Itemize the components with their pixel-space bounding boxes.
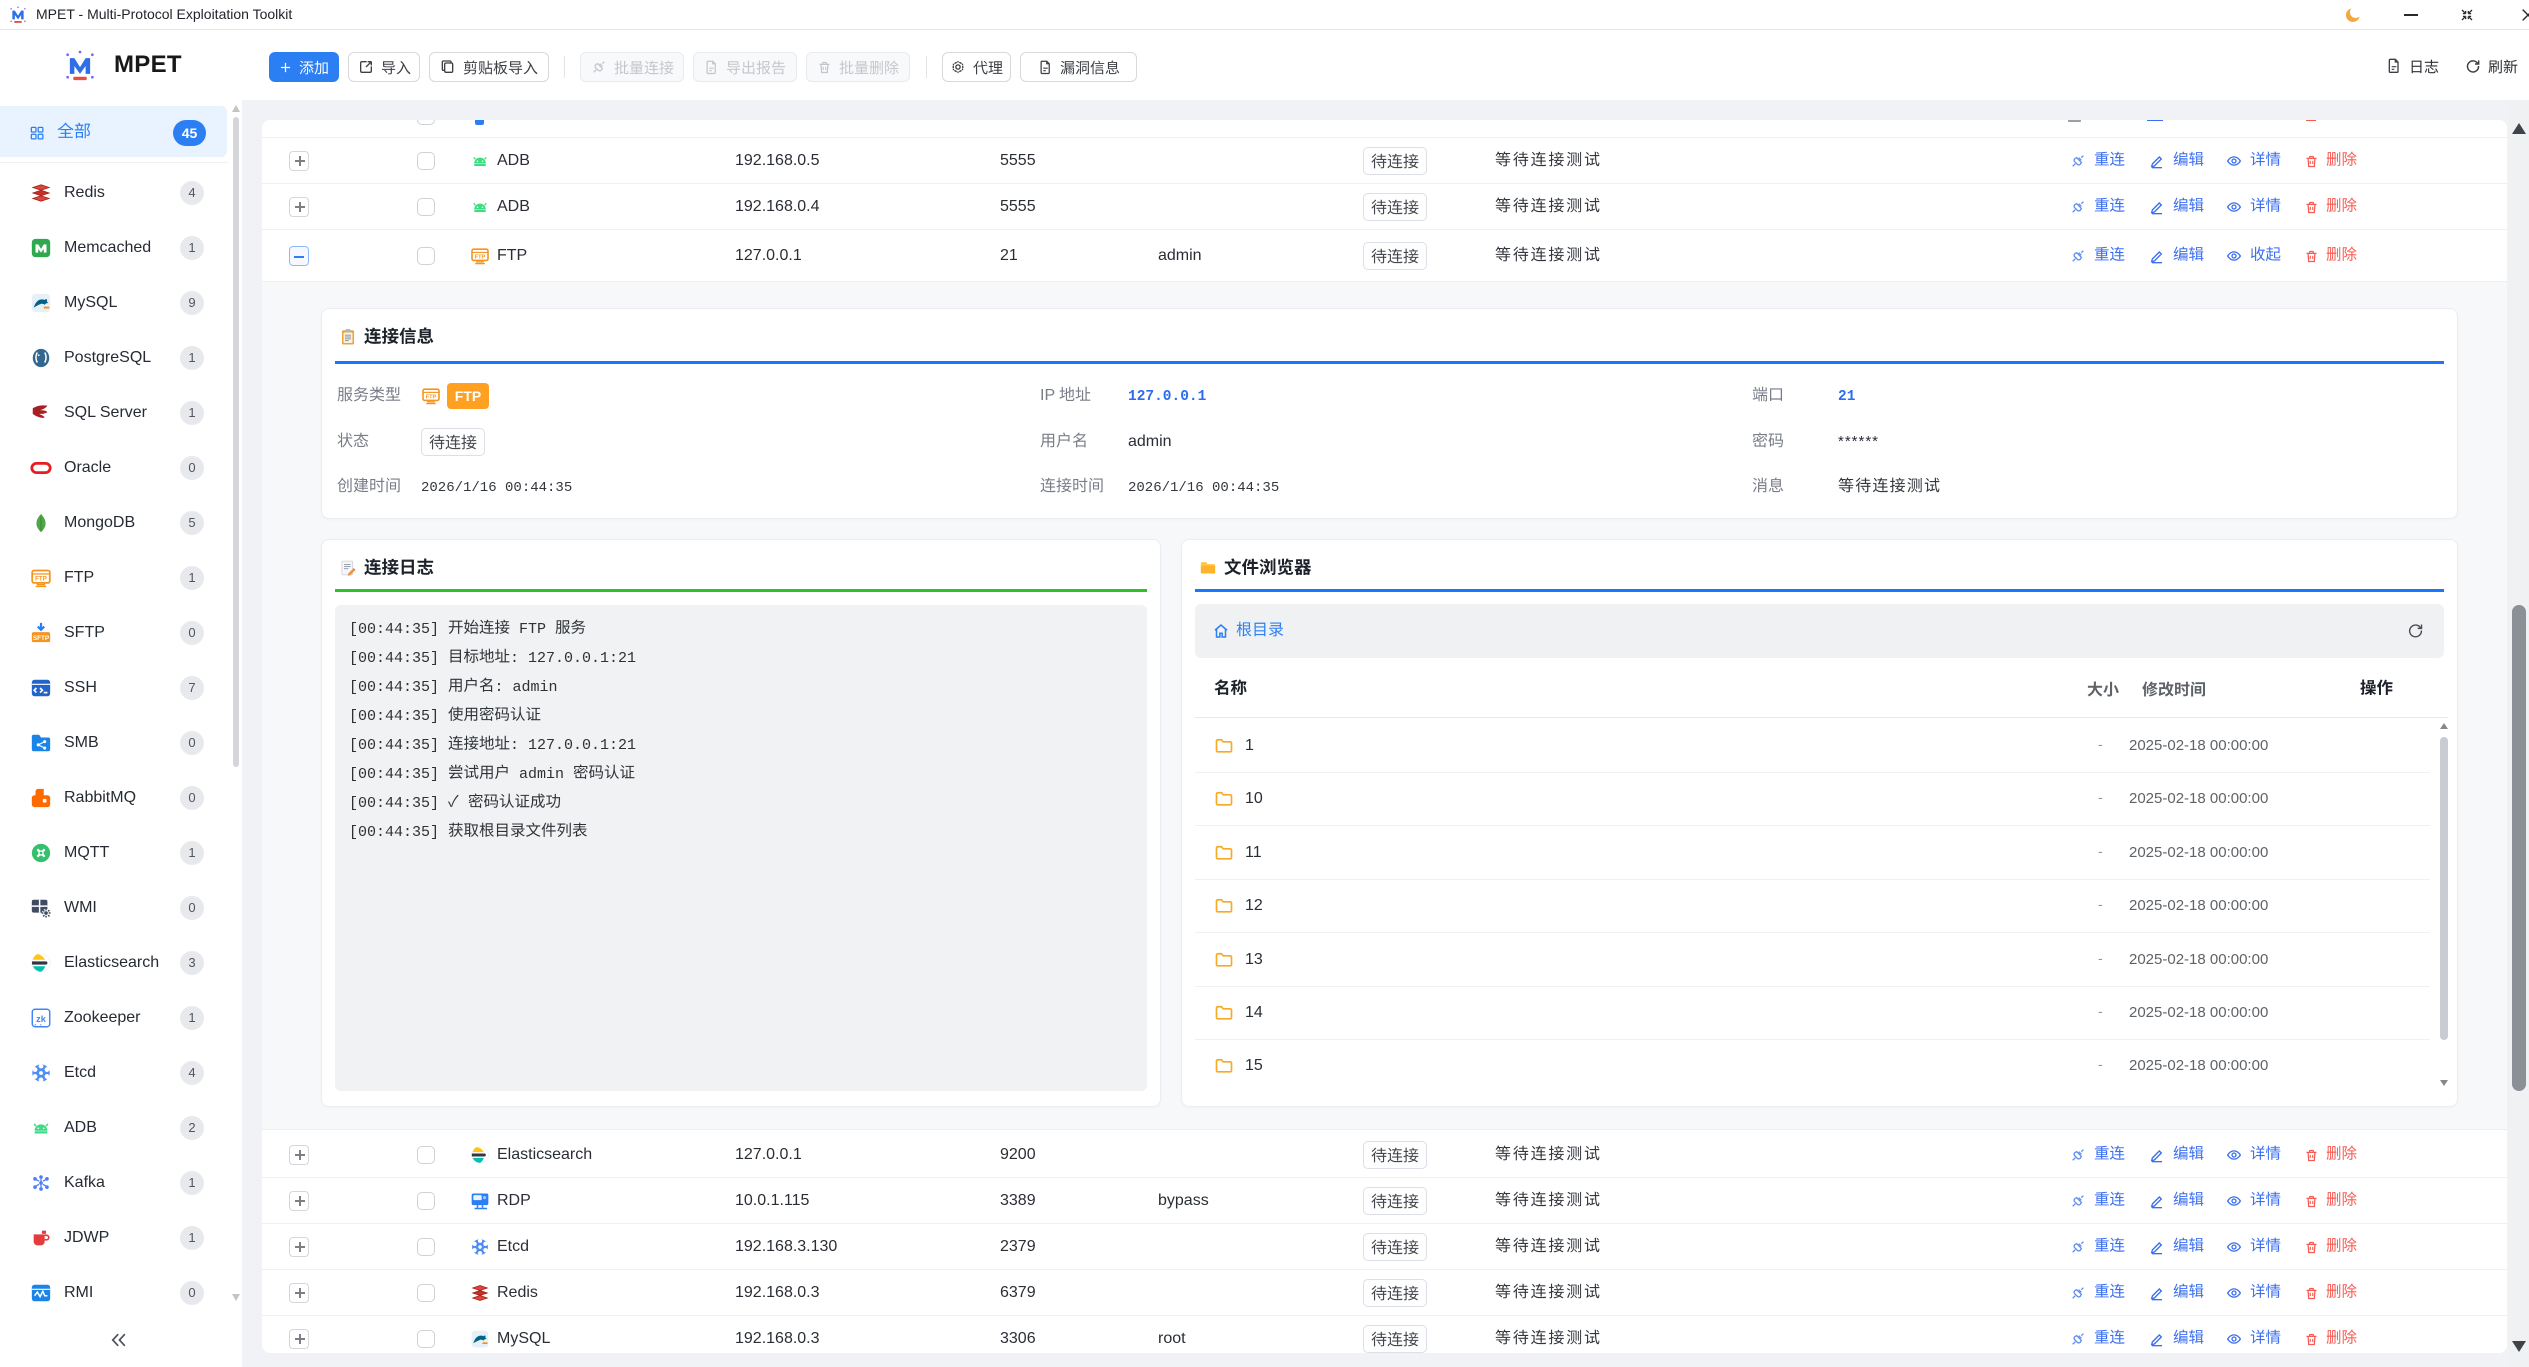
svg-text:FTP: FTP bbox=[426, 394, 437, 400]
svg-text:FTP: FTP bbox=[475, 254, 486, 260]
svg-text:SFTP: SFTP bbox=[33, 635, 50, 642]
svg-text:FTP: FTP bbox=[35, 576, 47, 583]
svg-text:zk: zk bbox=[36, 1014, 47, 1024]
